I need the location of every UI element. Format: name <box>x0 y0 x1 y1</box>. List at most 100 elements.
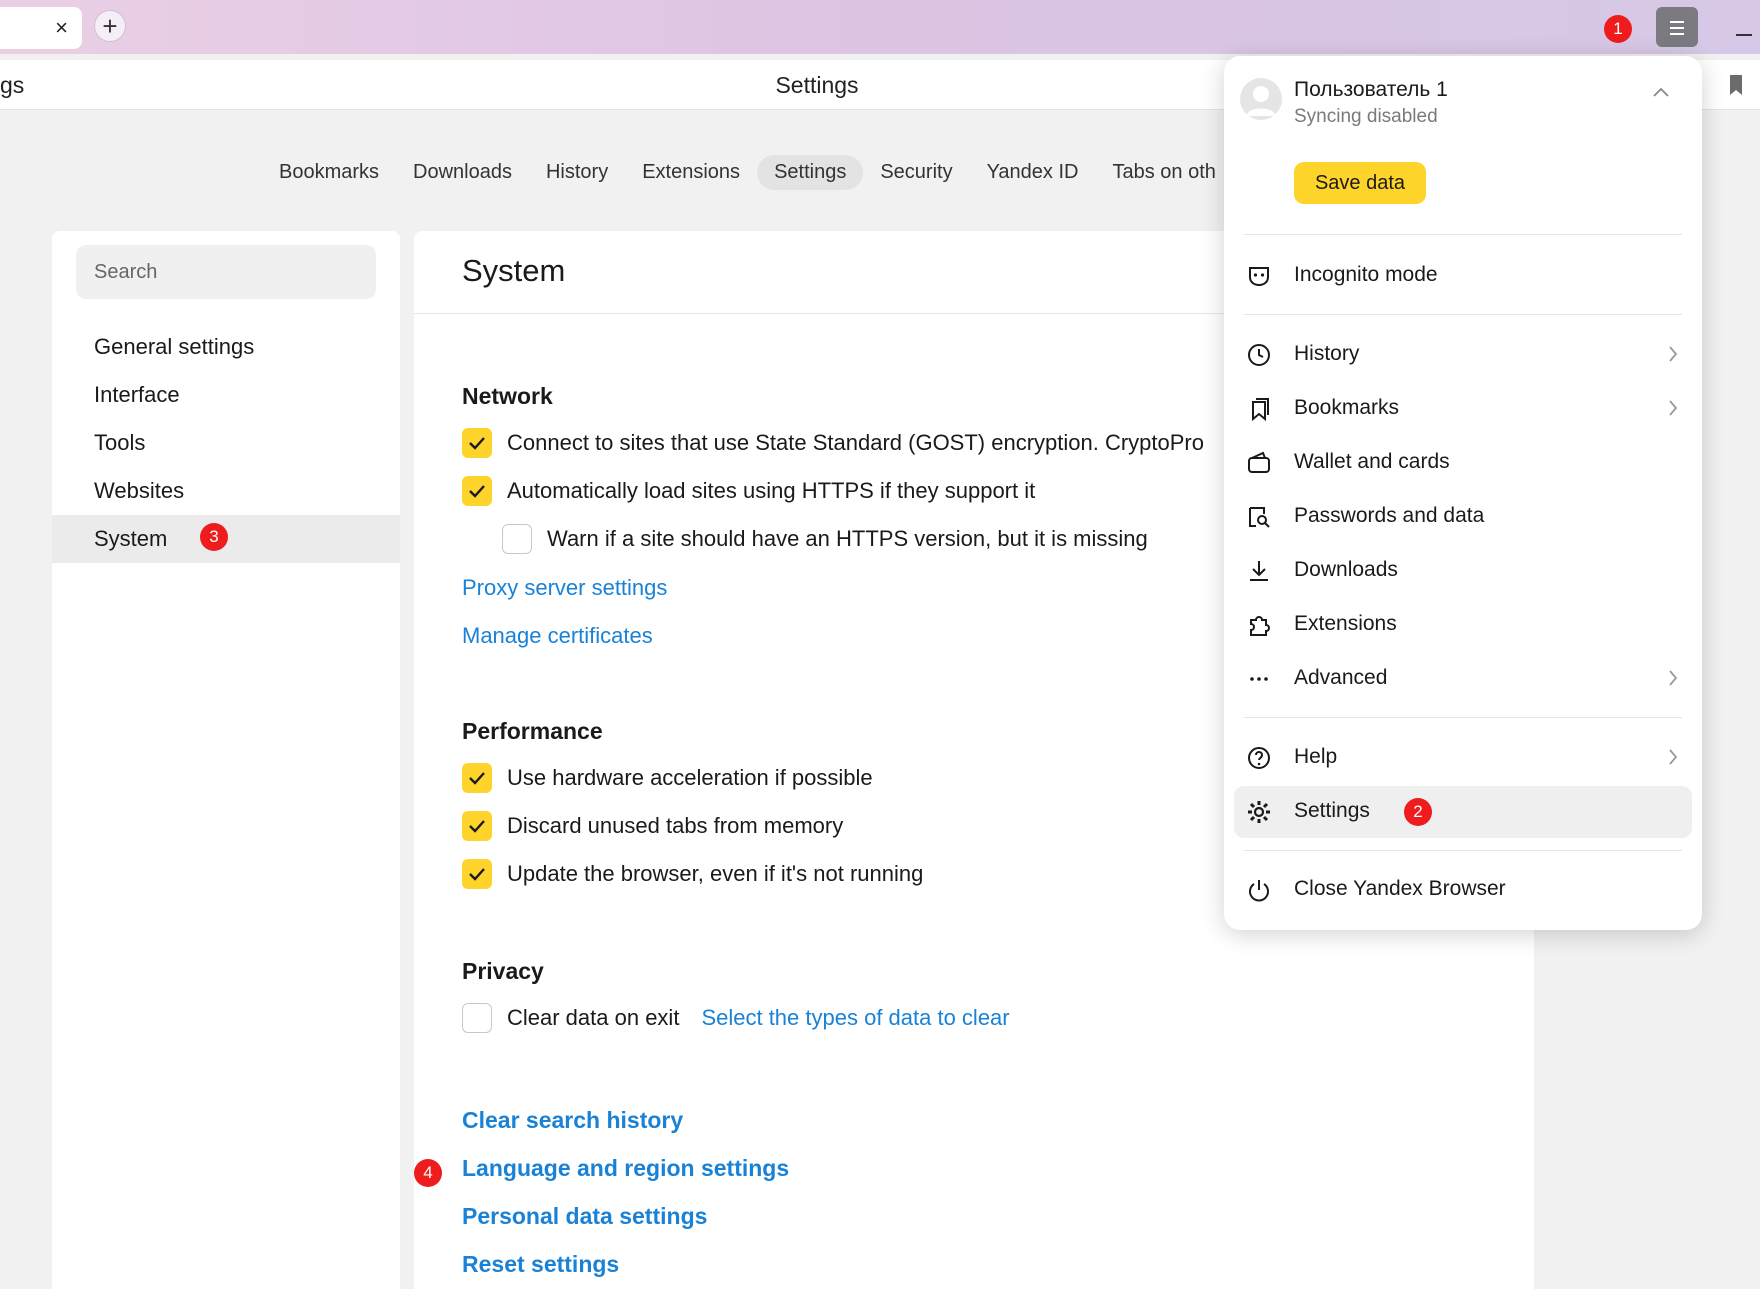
wallet-icon <box>1248 451 1270 473</box>
option-label: Use hardware acceleration if possible <box>507 765 873 790</box>
menu-label: History <box>1294 342 1360 365</box>
option-label: Automatically load sites using HTTPS if … <box>507 478 1036 503</box>
network-heading: Network <box>462 383 553 409</box>
search-input[interactable] <box>76 245 376 299</box>
checkbox-unchecked-icon[interactable] <box>502 524 532 554</box>
bookmark-icon[interactable] <box>1728 74 1744 96</box>
more-dots-icon <box>1250 677 1268 681</box>
browser-main-menu: Пользователь 1 Syncing disabled Save dat… <box>1224 56 1702 930</box>
menu-divider <box>1244 314 1682 315</box>
manage-certificates-link[interactable]: Manage certificates <box>462 623 653 649</box>
menu-label: Advanced <box>1294 666 1388 689</box>
new-tab-button[interactable]: + <box>94 10 126 42</box>
bookmarks-icon <box>1252 398 1269 422</box>
menu-label: Downloads <box>1294 558 1398 581</box>
menu-item-advanced[interactable]: Advanced <box>1234 653 1692 705</box>
gost-option[interactable]: Connect to sites that use State Standard… <box>462 428 1204 458</box>
option-label: Clear data on exit <box>507 1005 680 1030</box>
menu-item-bookmarks[interactable]: Bookmarks <box>1234 383 1692 435</box>
clock-icon <box>1248 344 1270 366</box>
menu-item-extensions[interactable]: Extensions <box>1234 599 1692 651</box>
menu-divider <box>1244 234 1682 235</box>
chevron-right-icon <box>1669 670 1678 686</box>
nav-extensions[interactable]: Extensions <box>625 155 757 190</box>
settings-sidebar: General settings Interface Tools Website… <box>52 231 400 1289</box>
sidebar-item-tools[interactable]: Tools <box>52 419 400 467</box>
clear-on-exit-option[interactable]: Clear data on exit Select the types of d… <box>462 1003 1010 1033</box>
chevron-right-icon <box>1669 400 1678 416</box>
nav-history[interactable]: History <box>529 155 625 190</box>
nav-downloads[interactable]: Downloads <box>396 155 529 190</box>
discard-tabs-option[interactable]: Discard unused tabs from memory <box>462 811 843 841</box>
menu-label: Passwords and data <box>1294 504 1485 527</box>
nav-security[interactable]: Security <box>863 155 969 190</box>
chevron-up-icon[interactable] <box>1652 86 1670 98</box>
main-menu-button[interactable] <box>1656 7 1698 47</box>
checkbox-checked-icon[interactable] <box>462 428 492 458</box>
checkbox-checked-icon[interactable] <box>462 763 492 793</box>
https-option[interactable]: Automatically load sites using HTTPS if … <box>462 476 1035 506</box>
option-label: Warn if a site should have an HTTPS vers… <box>547 526 1148 551</box>
nav-yandex-id[interactable]: Yandex ID <box>970 155 1096 190</box>
nav-settings[interactable]: Settings <box>757 154 864 190</box>
annotation-badge-3: 3 <box>200 523 228 551</box>
option-label: Connect to sites that use State Standard… <box>507 430 1204 455</box>
menu-item-history[interactable]: History <box>1234 329 1692 381</box>
menu-label: Incognito mode <box>1294 263 1438 286</box>
menu-item-incognito[interactable]: Incognito mode <box>1234 250 1692 302</box>
hw-accel-option[interactable]: Use hardware acceleration if possible <box>462 763 873 793</box>
sync-status: Syncing disabled <box>1294 106 1438 127</box>
annotation-badge-2: 2 <box>1404 798 1432 826</box>
sidebar-item-websites[interactable]: Websites <box>52 467 400 515</box>
annotation-badge-1: 1 <box>1604 15 1632 43</box>
menu-label: Settings <box>1294 799 1370 822</box>
browser-tab[interactable]: × <box>0 7 82 49</box>
performance-heading: Performance <box>462 718 603 744</box>
menu-item-help[interactable]: Help <box>1234 732 1692 784</box>
reset-settings-link[interactable]: Reset settings <box>462 1251 619 1278</box>
menu-divider <box>1244 850 1682 851</box>
save-data-button[interactable]: Save data <box>1294 162 1426 204</box>
annotation-badge-4: 4 <box>414 1159 442 1187</box>
update-browser-option[interactable]: Update the browser, even if it's not run… <box>462 859 923 889</box>
clear-search-history-link[interactable]: Clear search history <box>462 1107 683 1134</box>
proxy-settings-link[interactable]: Proxy server settings <box>462 575 667 601</box>
menu-label: Help <box>1294 745 1338 768</box>
https-warn-option[interactable]: Warn if a site should have an HTTPS vers… <box>502 524 1148 554</box>
close-tab-icon[interactable]: × <box>55 15 68 41</box>
puzzle-icon <box>1250 616 1270 636</box>
section-title: System <box>462 253 566 288</box>
privacy-heading: Privacy <box>462 958 544 984</box>
menu-item-settings[interactable]: Settings 2 <box>1234 786 1692 838</box>
menu-label: Extensions <box>1294 612 1397 635</box>
nav-tabs-on-other-devices[interactable]: Tabs on oth <box>1095 155 1232 190</box>
checkbox-checked-icon[interactable] <box>462 859 492 889</box>
settings-top-nav: Bookmarks Downloads History Extensions S… <box>262 154 1233 190</box>
menu-label: Wallet and cards <box>1294 450 1450 473</box>
sidebar-item-interface[interactable]: Interface <box>52 371 400 419</box>
sidebar-item-general[interactable]: General settings <box>52 323 400 371</box>
avatar[interactable] <box>1240 78 1282 120</box>
option-label: Update the browser, even if it's not run… <box>507 861 924 886</box>
menu-divider <box>1244 717 1682 718</box>
option-label: Discard unused tabs from memory <box>507 813 844 838</box>
personal-data-link[interactable]: Personal data settings <box>462 1203 707 1230</box>
chevron-right-icon <box>1669 749 1678 765</box>
menu-item-passwords[interactable]: Passwords and data <box>1234 491 1692 543</box>
checkbox-checked-icon[interactable] <box>462 476 492 506</box>
language-region-link[interactable]: Language and region settings <box>462 1155 789 1182</box>
menu-item-downloads[interactable]: Downloads <box>1234 545 1692 597</box>
gear-icon <box>1248 801 1270 823</box>
nav-bookmarks[interactable]: Bookmarks <box>262 155 396 190</box>
checkbox-unchecked-icon[interactable] <box>462 1003 492 1033</box>
select-data-types-link[interactable]: Select the types of data to clear <box>701 1005 1009 1031</box>
menu-item-close-browser[interactable]: Close Yandex Browser <box>1234 864 1692 916</box>
checkbox-checked-icon[interactable] <box>462 811 492 841</box>
help-icon <box>1248 747 1270 769</box>
chevron-right-icon <box>1669 346 1678 362</box>
minimize-button[interactable] <box>1736 34 1752 36</box>
user-name[interactable]: Пользователь 1 <box>1294 78 1448 102</box>
download-icon <box>1250 561 1268 581</box>
power-icon <box>1249 880 1269 902</box>
menu-item-wallet[interactable]: Wallet and cards <box>1234 437 1692 489</box>
